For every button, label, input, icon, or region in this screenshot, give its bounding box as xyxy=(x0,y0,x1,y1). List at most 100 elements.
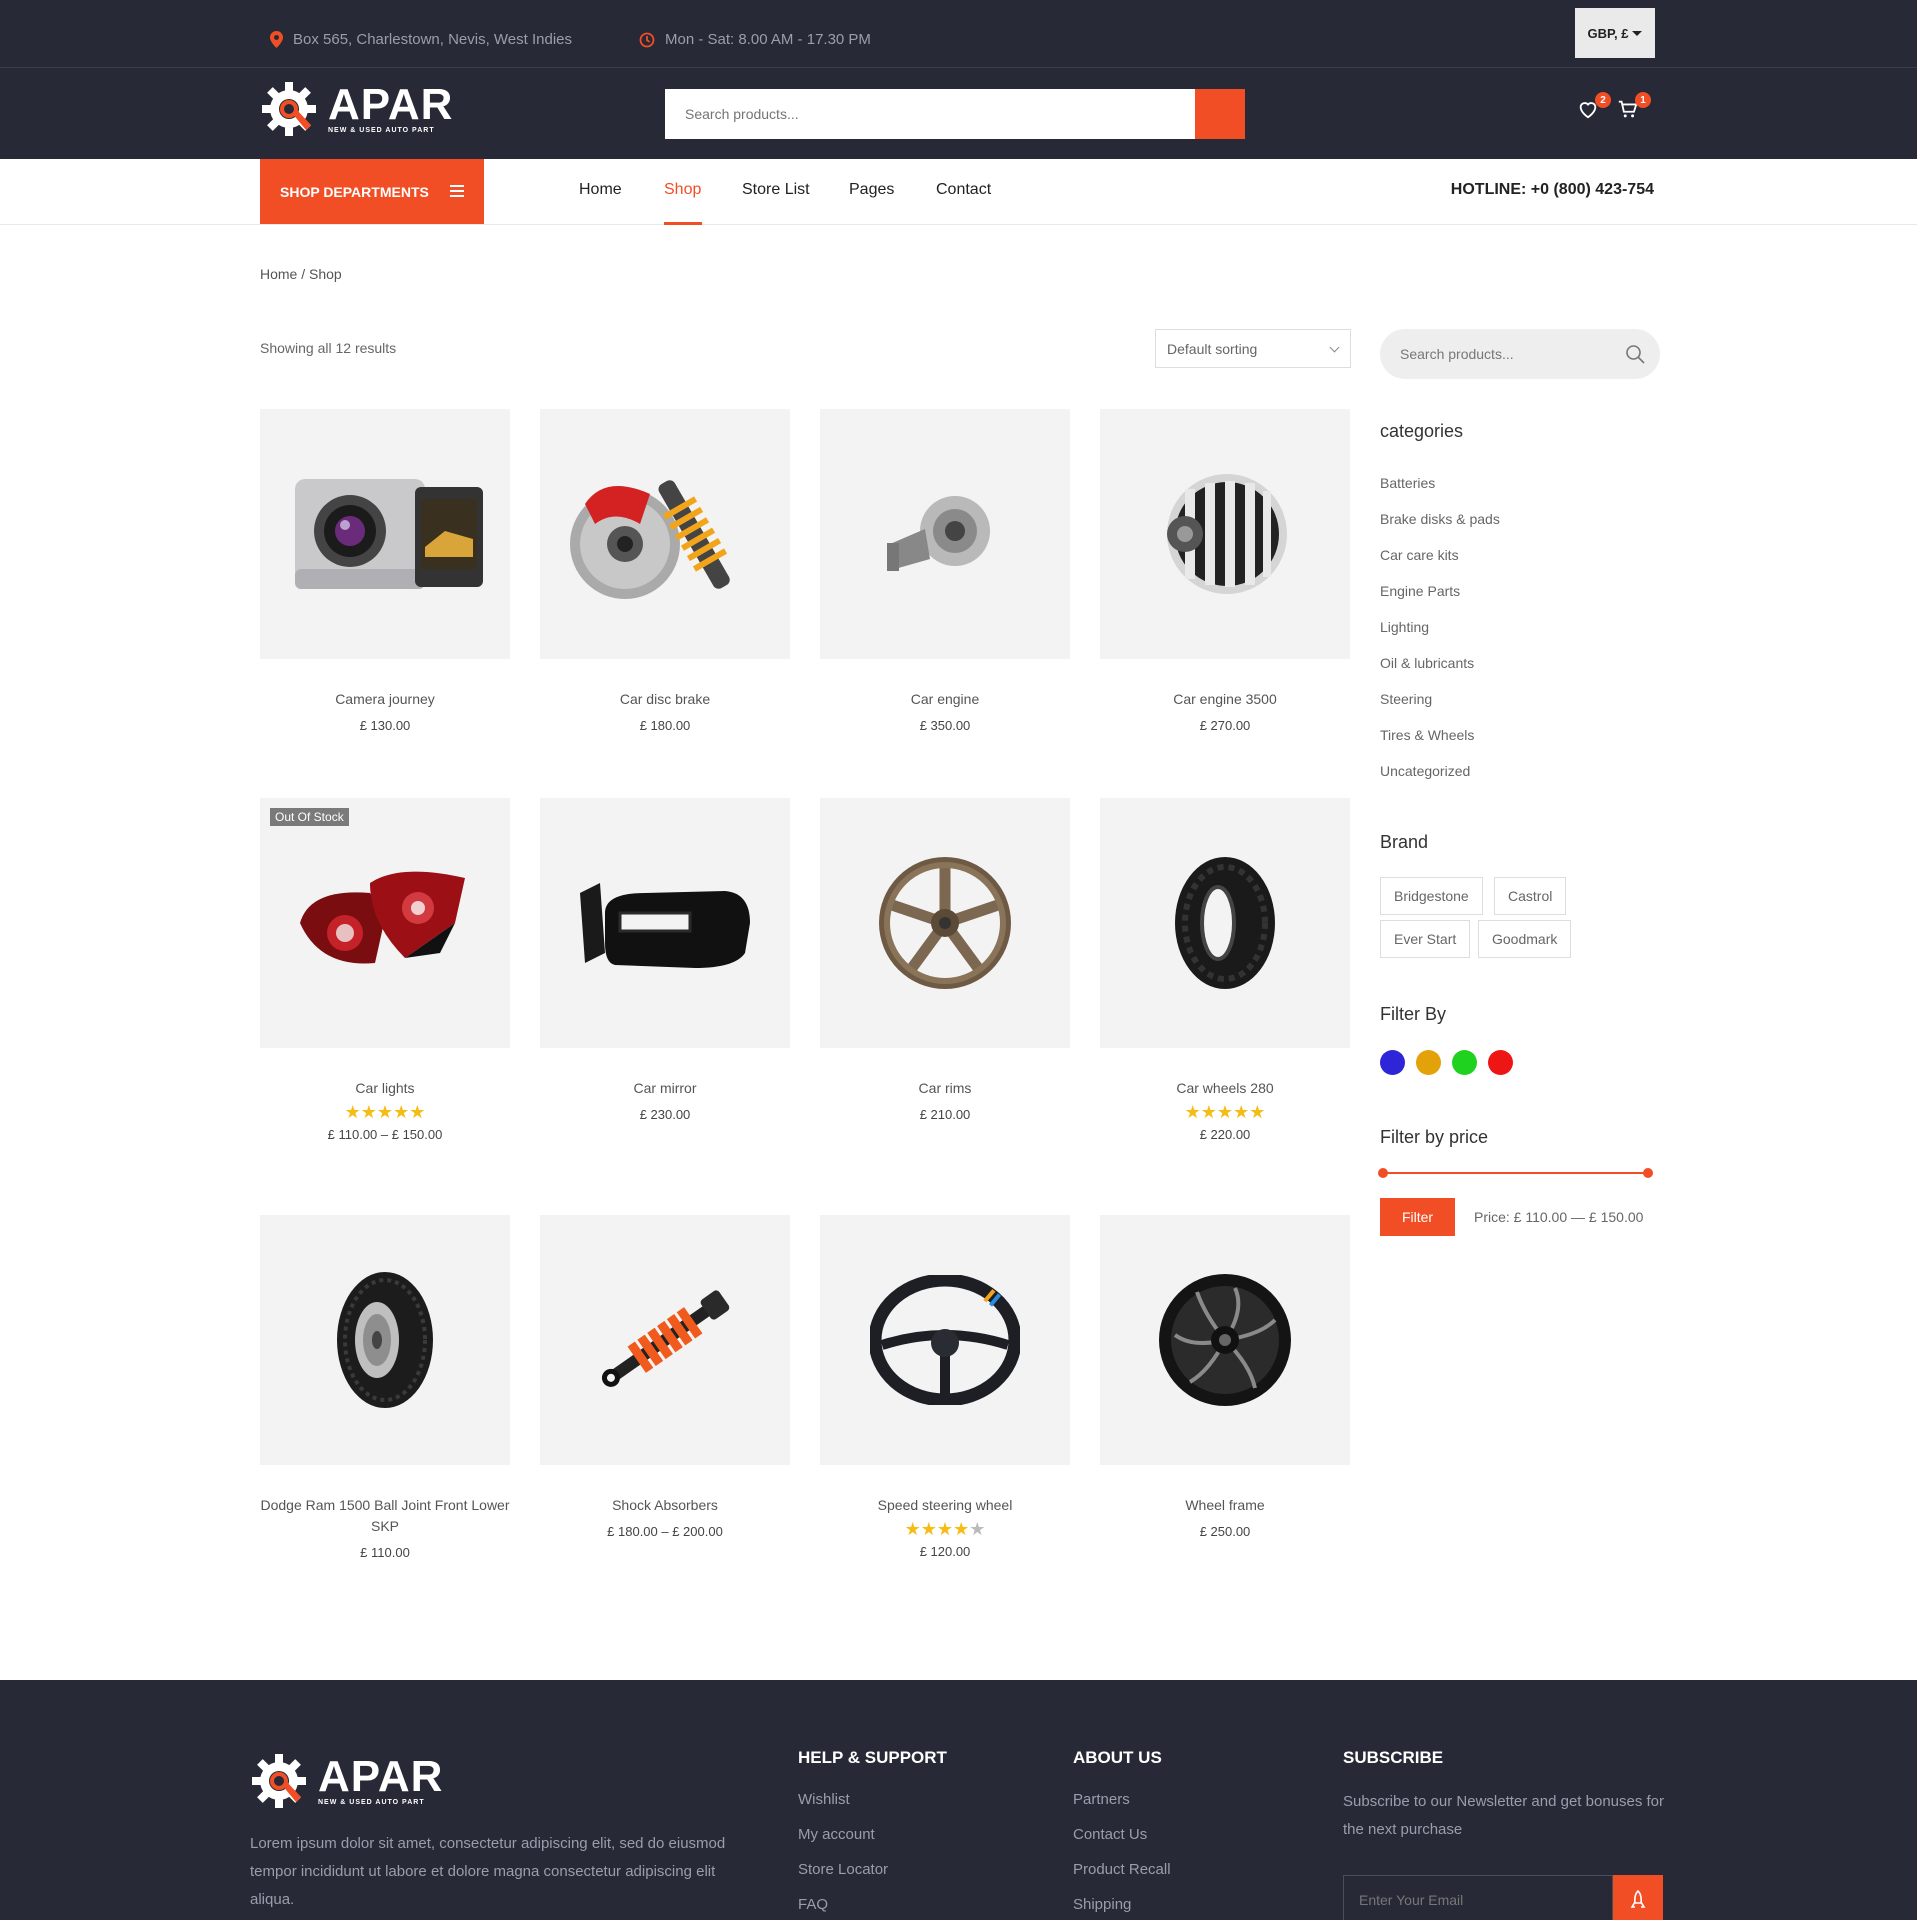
footer-link[interactable]: Store Locator xyxy=(798,1858,888,1893)
email-placeholder: Enter Your Email xyxy=(1359,1892,1464,1908)
product-card[interactable]: Out Of Stock Car lights ★★★★★ £ 110.00 –… xyxy=(260,798,510,1142)
category-item[interactable]: Tires & Wheels xyxy=(1380,722,1500,758)
brand-title: Brand xyxy=(1380,832,1429,852)
rim-wheel-icon xyxy=(879,857,1011,989)
category-item[interactable]: Uncategorized xyxy=(1380,758,1500,794)
category-item[interactable]: Batteries xyxy=(1380,470,1500,506)
category-item[interactable]: Steering xyxy=(1380,686,1500,722)
footer-link[interactable]: Shipping xyxy=(1073,1893,1171,1920)
footer-link[interactable]: FAQ xyxy=(798,1893,888,1920)
nav-store-list[interactable]: Store List xyxy=(742,181,810,199)
product-image[interactable] xyxy=(260,409,510,659)
product-name[interactable]: Car engine xyxy=(820,689,1070,710)
product-card[interactable]: Car rims £ 210.00 xyxy=(820,798,1070,1122)
hotline: HOTLINE: +0 (800) 423-754 xyxy=(1450,181,1654,198)
footer-link[interactable]: My account xyxy=(798,1823,888,1858)
product-image[interactable] xyxy=(260,1215,510,1465)
product-card[interactable]: Car disc brake £ 180.00 xyxy=(540,409,790,733)
product-name[interactable]: Wheel frame xyxy=(1100,1495,1350,1516)
nav-home[interactable]: Home xyxy=(579,181,622,199)
product-image[interactable] xyxy=(540,798,790,1048)
brand-tag[interactable]: Ever Start xyxy=(1380,920,1471,958)
sorting-select[interactable]: Default sorting xyxy=(1155,329,1351,368)
product-image[interactable] xyxy=(540,409,790,659)
price-range-track[interactable] xyxy=(1383,1172,1648,1174)
address-info: Box 565, Charlestown, Nevis, West Indies xyxy=(270,31,572,48)
search-icon[interactable] xyxy=(1625,344,1645,364)
category-item[interactable]: Oil & lubricants xyxy=(1380,650,1500,686)
product-name[interactable]: Shock Absorbers xyxy=(540,1495,790,1516)
header-search-button[interactable] xyxy=(1195,89,1245,139)
footer-link[interactable]: Contact Us xyxy=(1073,1823,1171,1858)
product-image[interactable] xyxy=(820,798,1070,1048)
product-card[interactable]: Speed steering wheel ★★★★★ £ 120.00 xyxy=(820,1215,1070,1559)
nav-shop[interactable]: Shop xyxy=(664,181,701,199)
product-name[interactable]: Car wheels 280 xyxy=(1100,1078,1350,1099)
email-input[interactable]: Enter Your Email xyxy=(1343,1875,1613,1920)
product-image[interactable] xyxy=(820,1215,1070,1465)
footer-description: Lorem ipsum dolor sit amet, consectetur … xyxy=(250,1835,726,1908)
product-card[interactable]: Car engine 3500 £ 270.00 xyxy=(1100,409,1350,733)
cart-button[interactable]: 1 xyxy=(1617,92,1651,124)
product-name[interactable]: Car engine 3500 xyxy=(1100,689,1350,710)
footer-link[interactable]: Partners xyxy=(1073,1788,1171,1823)
nav-pages[interactable]: Pages xyxy=(849,181,894,199)
nav-contact[interactable]: Contact xyxy=(936,181,991,199)
product-name[interactable]: Car lights xyxy=(260,1078,510,1099)
footer-link[interactable]: Wishlist xyxy=(798,1788,888,1823)
category-item[interactable]: Engine Parts xyxy=(1380,578,1500,614)
color-swatch-green[interactable] xyxy=(1452,1050,1477,1075)
product-name[interactable]: Car rims xyxy=(820,1078,1070,1099)
product-card[interactable]: Car mirror £ 230.00 xyxy=(540,798,790,1122)
category-item[interactable]: Lighting xyxy=(1380,614,1500,650)
caret-down-icon xyxy=(1632,30,1643,36)
gear-wrench-logo-icon xyxy=(252,1754,306,1808)
product-image[interactable] xyxy=(1100,409,1350,659)
logo[interactable]: APAR NEW & USED AUTO PART xyxy=(258,78,453,140)
product-name[interactable]: Speed steering wheel xyxy=(820,1495,1070,1516)
product-card[interactable]: Shock Absorbers £ 180.00 – £ 200.00 xyxy=(540,1215,790,1539)
shop-departments-button[interactable]: SHOP DEPARTMENTS xyxy=(260,159,484,224)
footer-logo[interactable]: APAR NEW & USED AUTO PART xyxy=(248,1750,443,1812)
brand-tag[interactable]: Goodmark xyxy=(1478,920,1572,958)
filter-button[interactable]: Filter xyxy=(1380,1198,1455,1236)
category-item[interactable]: Car care kits xyxy=(1380,542,1500,578)
brand-tag[interactable]: Castrol xyxy=(1494,877,1567,915)
color-swatch-red[interactable] xyxy=(1488,1050,1513,1075)
product-card[interactable]: Wheel frame £ 250.00 xyxy=(1100,1215,1350,1539)
breadcrumb[interactable]: Home / Shop xyxy=(260,266,342,282)
category-item[interactable]: Brake disks & pads xyxy=(1380,506,1500,542)
categories-title: categories xyxy=(1380,421,1464,441)
sidebar-search-placeholder: Search products... xyxy=(1400,346,1514,362)
product-name[interactable]: Camera journey xyxy=(260,689,510,710)
header-search-input[interactable] xyxy=(665,89,1195,139)
brand-tag[interactable]: Bridgestone xyxy=(1380,877,1483,915)
currency-selector[interactable]: GBP, £ xyxy=(1575,8,1655,58)
price-range-max-handle[interactable] xyxy=(1643,1168,1653,1178)
subscribe-button[interactable] xyxy=(1613,1875,1663,1920)
product-image[interactable] xyxy=(1100,798,1350,1048)
product-image[interactable] xyxy=(820,409,1070,659)
color-swatch-blue[interactable] xyxy=(1380,1050,1405,1075)
product-name[interactable]: Dodge Ram 1500 Ball Joint Front Lower SK… xyxy=(260,1495,510,1537)
wishlist-button[interactable]: 2 xyxy=(1577,92,1611,124)
categories-list: Batteries Brake disks & pads Car care ki… xyxy=(1380,470,1500,794)
product-card[interactable]: Dodge Ram 1500 Ball Joint Front Lower SK… xyxy=(260,1215,510,1560)
product-card[interactable]: Car wheels 280 ★★★★★ £ 220.00 xyxy=(1100,798,1350,1142)
color-swatch-orange[interactable] xyxy=(1416,1050,1441,1075)
footer-link[interactable]: Product Recall xyxy=(1073,1858,1171,1893)
product-name[interactable]: Car disc brake xyxy=(540,689,790,710)
rocket-icon xyxy=(1630,1890,1646,1908)
product-image[interactable] xyxy=(540,1215,790,1465)
price-range-min-handle[interactable] xyxy=(1378,1168,1388,1178)
currency-label: GBP, £ xyxy=(1587,25,1629,41)
wishlist-count-badge: 2 xyxy=(1595,92,1611,108)
sidebar-search[interactable]: Search products... xyxy=(1380,329,1660,379)
brake-disc-icon xyxy=(570,480,730,599)
product-image[interactable]: Out Of Stock xyxy=(260,798,510,1048)
product-card[interactable]: Car engine £ 350.00 xyxy=(820,409,1070,733)
product-name[interactable]: Car mirror xyxy=(540,1078,790,1099)
product-card[interactable]: Camera journey £ 130.00 xyxy=(260,409,510,733)
address-text: Box 565, Charlestown, Nevis, West Indies xyxy=(293,31,573,48)
product-image[interactable] xyxy=(1100,1215,1350,1465)
